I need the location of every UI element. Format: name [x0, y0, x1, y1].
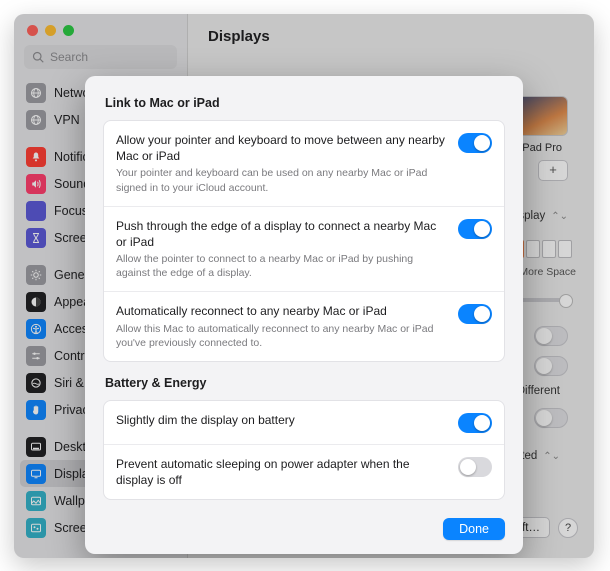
modal-overlay: Link to Mac or iPad Allow your pointer a…: [14, 14, 594, 558]
row-auto-reconnect: Automatically reconnect to any nearby Ma…: [104, 291, 504, 361]
advanced-sheet: Link to Mac or iPad Allow your pointer a…: [85, 76, 523, 554]
row-title: Automatically reconnect to any nearby Ma…: [116, 303, 448, 319]
row-title: Push through the edge of a display to co…: [116, 218, 448, 250]
row-universal-control: Allow your pointer and keyboard to move …: [104, 121, 504, 206]
section-link-title: Link to Mac or iPad: [105, 96, 505, 110]
row-title: Allow your pointer and keyboard to move …: [116, 132, 448, 164]
row-dim-battery: Slightly dim the display on battery: [104, 401, 504, 444]
row-title: Prevent automatic sleeping on power adap…: [116, 456, 448, 488]
row-title: Slightly dim the display on battery: [116, 412, 448, 428]
row-prevent-sleep: Prevent automatic sleeping on power adap…: [104, 444, 504, 499]
row-desc: Allow this Mac to automatically reconnec…: [116, 322, 448, 350]
row-desc: Allow the pointer to connect to a nearby…: [116, 252, 448, 280]
done-button[interactable]: Done: [443, 518, 505, 540]
toggle-auto-reconnect[interactable]: [458, 304, 492, 324]
row-desc: Your pointer and keyboard can be used on…: [116, 166, 448, 194]
toggle-dim-battery[interactable]: [458, 413, 492, 433]
toggle-push-through[interactable]: [458, 219, 492, 239]
section-battery-title: Battery & Energy: [105, 376, 505, 390]
settings-window: Search NetworkVPNNotificationsSoundFocus…: [14, 14, 594, 558]
toggle-universal-control[interactable]: [458, 133, 492, 153]
row-push-through: Push through the edge of a display to co…: [104, 206, 504, 292]
battery-card: Slightly dim the display on battery Prev…: [103, 400, 505, 500]
sheet-footer: Done: [103, 514, 505, 540]
toggle-prevent-sleep[interactable]: [458, 457, 492, 477]
link-card: Allow your pointer and keyboard to move …: [103, 120, 505, 362]
